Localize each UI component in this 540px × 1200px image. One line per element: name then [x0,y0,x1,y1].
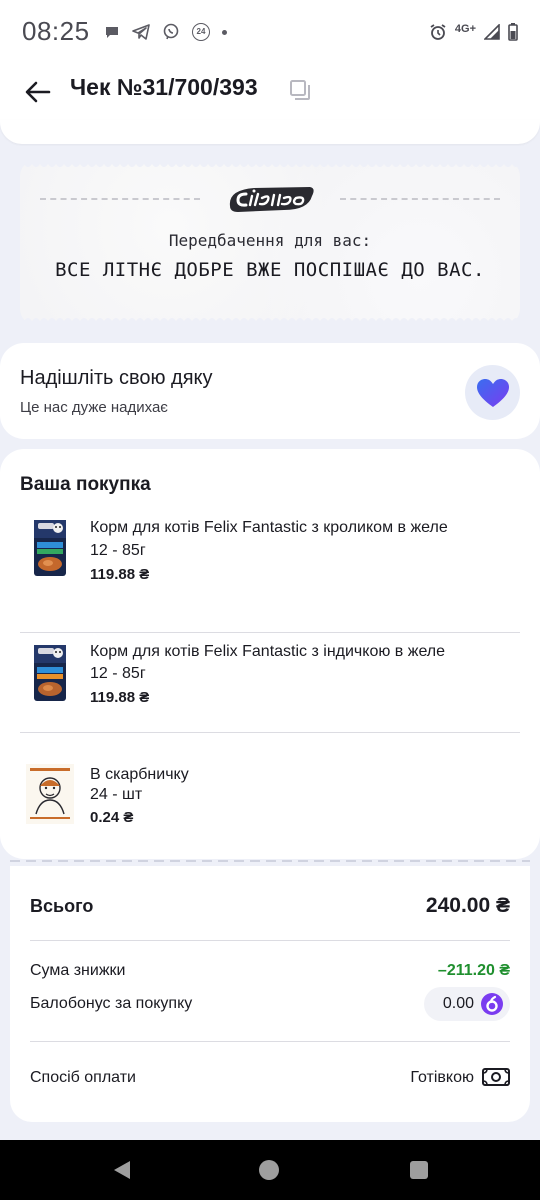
copy-button[interactable] [287,77,313,103]
more-notifications-dot [222,29,227,35]
nav-back-icon[interactable] [112,1160,132,1180]
purchase-item[interactable]: В скарбничку 24 - шт 0.24 ₴ [20,734,520,856]
piggy-bank-donation-image [26,764,74,824]
alarm-icon [430,24,446,40]
heart-icon [476,378,509,407]
total-label: Всього [30,896,94,916]
network-type: 4G+ [454,23,476,35]
item-quantity: 12 - 85г [90,665,146,682]
item-price: 0.24 ₴ [90,809,134,826]
discount-value: –211.20 ₴ [437,962,510,979]
item-quantity: 12 - 85г [90,542,146,559]
bonus-pill: 0.00 [424,987,510,1021]
bonus-coin-icon [481,993,503,1015]
page-title: Чек №31/700/393 [70,74,258,100]
item-name: Корм для котів Felix Fantastic з індичко… [90,643,446,660]
status-bar: 08:25 24 4G+ [0,0,540,64]
prediction-card: Передбачення для вас: ВСЕ ЛІТНЄ ДОБРЕ ВЖ… [20,160,520,325]
dash-line-right [340,198,500,200]
payment-label: Спосіб оплати [30,1069,136,1086]
item-price: 119.88 ₴ [90,566,150,583]
purchase-item[interactable]: Корм для котів Felix Fantastic з індичко… [20,611,520,733]
dash-line-left [40,198,200,200]
payment-value: Готівкою [410,1069,474,1086]
summary-card: Всього 240.00 ₴ Сума знижки –211.20 ₴ Ба… [10,866,530,1122]
silpo-logo [229,187,314,212]
nav-recents-button[interactable] [410,1161,428,1179]
nav-home-button[interactable] [259,1160,279,1180]
bonus-value: 0.00 [442,995,474,1012]
summary-divider [30,940,510,941]
back-button[interactable] [18,72,58,112]
prediction-text: ВСЕ ЛІТНЄ ДОБРЕ ВЖЕ ПОСПІШАЄ ДО ВАС. [55,259,485,281]
felix-turkey-product-image [34,645,66,701]
telegram-icon [132,24,150,40]
item-name: Корм для котів Felix Fantastic з кролико… [90,519,448,536]
badge-24-icon: 24 [192,23,210,41]
wave-edge-top [20,160,520,167]
status-time: 08:25 [22,16,90,46]
prediction-intro: Передбачення для вас: [168,231,372,250]
item-price: 119.88 ₴ [90,689,150,706]
felix-rabbit-product-image [34,520,66,576]
header-card-edge [0,120,540,144]
thanks-subtitle: Це нас дуже надихає [20,399,168,416]
cash-icon [482,1068,510,1086]
item-name: В скарбничку [90,766,189,783]
thanks-title: Надішліть свою дяку [20,367,213,389]
notification-icons: 24 [104,22,227,42]
app-header: Чек №31/700/393 [0,64,540,120]
item-quantity: 24 - шт [90,786,143,803]
arrow-left-icon [25,81,51,103]
discount-label: Сума знижки [30,962,126,979]
summary-divider [30,1041,510,1042]
wave-edge-bottom [20,318,520,325]
copy-icon [290,80,310,100]
battery-icon [508,23,518,41]
bonus-label: Балобонус за покупку [30,995,193,1012]
send-thanks-card[interactable]: Надішліть свою дяку Це нас дуже надихає [0,343,540,439]
system-icons: 4G+ [429,22,518,42]
chat-icon [106,27,118,38]
purchase-card: Ваша покупка Корм для котів Felix Fantas… [0,449,540,859]
heart-button[interactable] [465,365,520,420]
system-nav-bar [0,1140,540,1200]
purchase-title: Ваша покупка [20,474,151,495]
total-value: 240.00 ₴ [425,894,510,917]
viber-icon [163,23,179,40]
signal-icon [484,24,500,40]
